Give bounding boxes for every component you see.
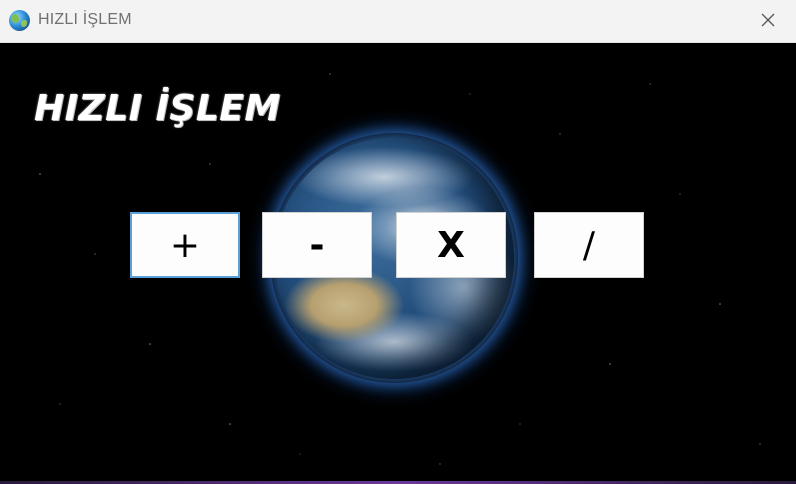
close-button[interactable] (748, 4, 788, 38)
app-window: HIZLI İŞLEM HIZLI İŞLEM + - X / (0, 0, 796, 484)
multiply-button[interactable]: X (396, 212, 506, 278)
globe-icon (9, 10, 30, 31)
window-title: HIZLI İŞLEM (38, 11, 132, 28)
page-heading: HIZLI İŞLEM (34, 88, 281, 129)
subtract-button[interactable]: - (262, 212, 372, 278)
title-bar: HIZLI İŞLEM (0, 0, 796, 43)
divide-button[interactable]: / (534, 212, 644, 278)
add-button[interactable]: + (130, 212, 240, 278)
close-icon (760, 12, 776, 31)
main-panel: HIZLI İŞLEM + - X / (0, 44, 796, 484)
